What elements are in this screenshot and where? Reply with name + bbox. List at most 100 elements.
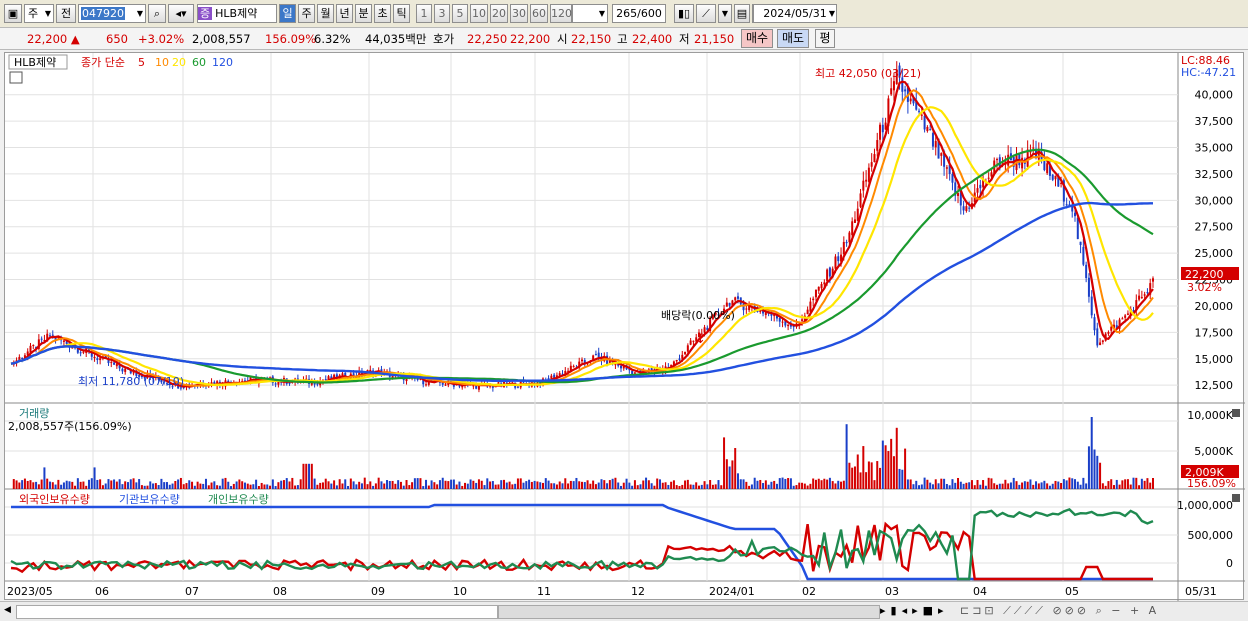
- volume-bar: [536, 481, 539, 489]
- candle-body: [110, 362, 113, 364]
- volume-bar: [870, 462, 873, 489]
- volume-bar: [85, 485, 88, 489]
- market-type-select[interactable]: 주 ▼: [24, 4, 54, 23]
- interval-button[interactable]: 120: [550, 4, 572, 23]
- candle-icon[interactable]: ▮▯: [674, 4, 694, 23]
- candle-body: [1124, 315, 1127, 318]
- interval-button[interactable]: 5: [452, 4, 468, 23]
- save-icon[interactable]: ▤: [734, 4, 750, 23]
- interval-button[interactable]: 60: [530, 4, 548, 23]
- volume-bar: [954, 482, 957, 489]
- volume-bar: [408, 485, 411, 489]
- volume-bar: [1054, 480, 1057, 489]
- period-tab[interactable]: 일: [279, 4, 296, 23]
- interval-button[interactable]: 20: [490, 4, 508, 23]
- buy-button[interactable]: 매수: [741, 29, 773, 48]
- scroll-thumb[interactable]: [498, 605, 880, 619]
- x-axis-label: 2024/01: [709, 585, 755, 598]
- stock-code-input[interactable]: 047920 ▼: [78, 4, 146, 23]
- y-tick-label: 35,000: [1195, 142, 1234, 155]
- sell-button[interactable]: 매도: [777, 29, 809, 48]
- candle-body: [876, 140, 879, 151]
- period-tab[interactable]: 틱: [393, 4, 410, 23]
- volume-bar: [773, 480, 776, 489]
- prev-button[interactable]: 전: [56, 4, 76, 23]
- y-tick-label: 37,500: [1195, 115, 1234, 128]
- volume-bar: [828, 477, 831, 489]
- volume-bar: [937, 483, 940, 489]
- interval-button[interactable]: 30: [510, 4, 528, 23]
- date-field[interactable]: 2024/05/31 ▼: [753, 4, 837, 23]
- volume-bar: [987, 477, 990, 489]
- x-axis-label: 2023/05: [7, 585, 53, 598]
- playback-controls[interactable]: ▸▮◂▸■▸: [880, 604, 949, 617]
- speaker-icon[interactable]: ◂▾: [168, 4, 194, 23]
- volume-bar: [12, 479, 15, 489]
- ma-period-label: 120: [212, 56, 233, 69]
- volume-bar: [842, 480, 845, 489]
- close-icon[interactable]: [1232, 494, 1240, 502]
- candle-body: [867, 167, 870, 182]
- scroll-track[interactable]: [16, 605, 498, 619]
- volume-bar: [876, 461, 879, 489]
- volume-bar: [1074, 479, 1077, 489]
- volume-bar: [837, 480, 840, 489]
- candle-body: [1087, 277, 1090, 297]
- drawing-tools[interactable]: ⊏⊐⊡ ⟋⟋⟋⟋ ⊘⊘⊘ ⌕ − + A: [960, 604, 1159, 618]
- volume-bar: [589, 483, 592, 489]
- volume-bar: [547, 480, 550, 489]
- chart-canvas[interactable]: 40,000 37,500 35,000 32,500 30,000 27,500 25,0…: [5, 53, 1245, 601]
- interval-button[interactable]: 3: [434, 4, 450, 23]
- volume-bar: [742, 479, 745, 489]
- line-tool-icon[interactable]: ⟋: [696, 4, 716, 23]
- stock-name-field[interactable]: 증 HLB제약: [197, 4, 277, 23]
- candle-body: [1096, 328, 1099, 346]
- ma-label: 종가 단순: [81, 56, 125, 69]
- volume-bar: [689, 484, 692, 489]
- volume-bar: [650, 483, 653, 489]
- close-icon[interactable]: [1232, 409, 1240, 417]
- volume-bar: [530, 481, 533, 489]
- volume-bar: [678, 485, 681, 489]
- volume-bar: [1001, 483, 1004, 489]
- volume-bar: [227, 481, 230, 489]
- volume-bar: [383, 483, 386, 489]
- candle-body: [686, 345, 689, 352]
- volume-bar: [341, 483, 344, 489]
- scroll-left-icon[interactable]: ◀: [4, 605, 12, 617]
- volume-bar: [18, 482, 21, 489]
- interval-select[interactable]: ▼: [572, 4, 608, 23]
- eval-button[interactable]: 평: [815, 29, 835, 48]
- volume-bar: [124, 481, 127, 489]
- chart-menu-icon[interactable]: ▣: [4, 4, 22, 23]
- chart-area[interactable]: 40,000 37,500 35,000 32,500 30,000 27,500 25,0…: [4, 52, 1245, 601]
- price-tag-label: 22,200: [1185, 268, 1224, 281]
- candle-body: [93, 356, 96, 358]
- candle-body: [425, 384, 428, 386]
- volume-bar: [210, 482, 213, 489]
- data-count-field[interactable]: 265/600: [612, 4, 666, 23]
- candle-body: [859, 193, 862, 207]
- period-tab[interactable]: 분: [355, 4, 372, 23]
- period-tab[interactable]: 년: [336, 4, 353, 23]
- period-tab[interactable]: 주: [298, 4, 315, 23]
- interval-button[interactable]: 1: [416, 4, 432, 23]
- volume-bar: [1009, 482, 1012, 489]
- search-icon[interactable]: ⌕: [148, 4, 166, 23]
- volume-bar: [1149, 482, 1152, 489]
- volume-bar: [564, 478, 567, 489]
- period-tab[interactable]: 초: [374, 4, 391, 23]
- volume-bar: [96, 479, 99, 489]
- table-icon[interactable]: [9, 71, 23, 84]
- candle-body: [812, 298, 815, 301]
- volume-bar: [1046, 483, 1049, 489]
- volume-bar: [948, 485, 951, 489]
- volume-bar: [466, 483, 469, 489]
- period-tab[interactable]: 월: [317, 4, 334, 23]
- volume-bar: [1037, 483, 1040, 489]
- volume-bar: [397, 480, 400, 489]
- candle-body: [781, 321, 784, 323]
- volume-bar: [405, 480, 408, 489]
- chevron-down-icon[interactable]: ▼: [718, 4, 732, 23]
- interval-button[interactable]: 10: [470, 4, 488, 23]
